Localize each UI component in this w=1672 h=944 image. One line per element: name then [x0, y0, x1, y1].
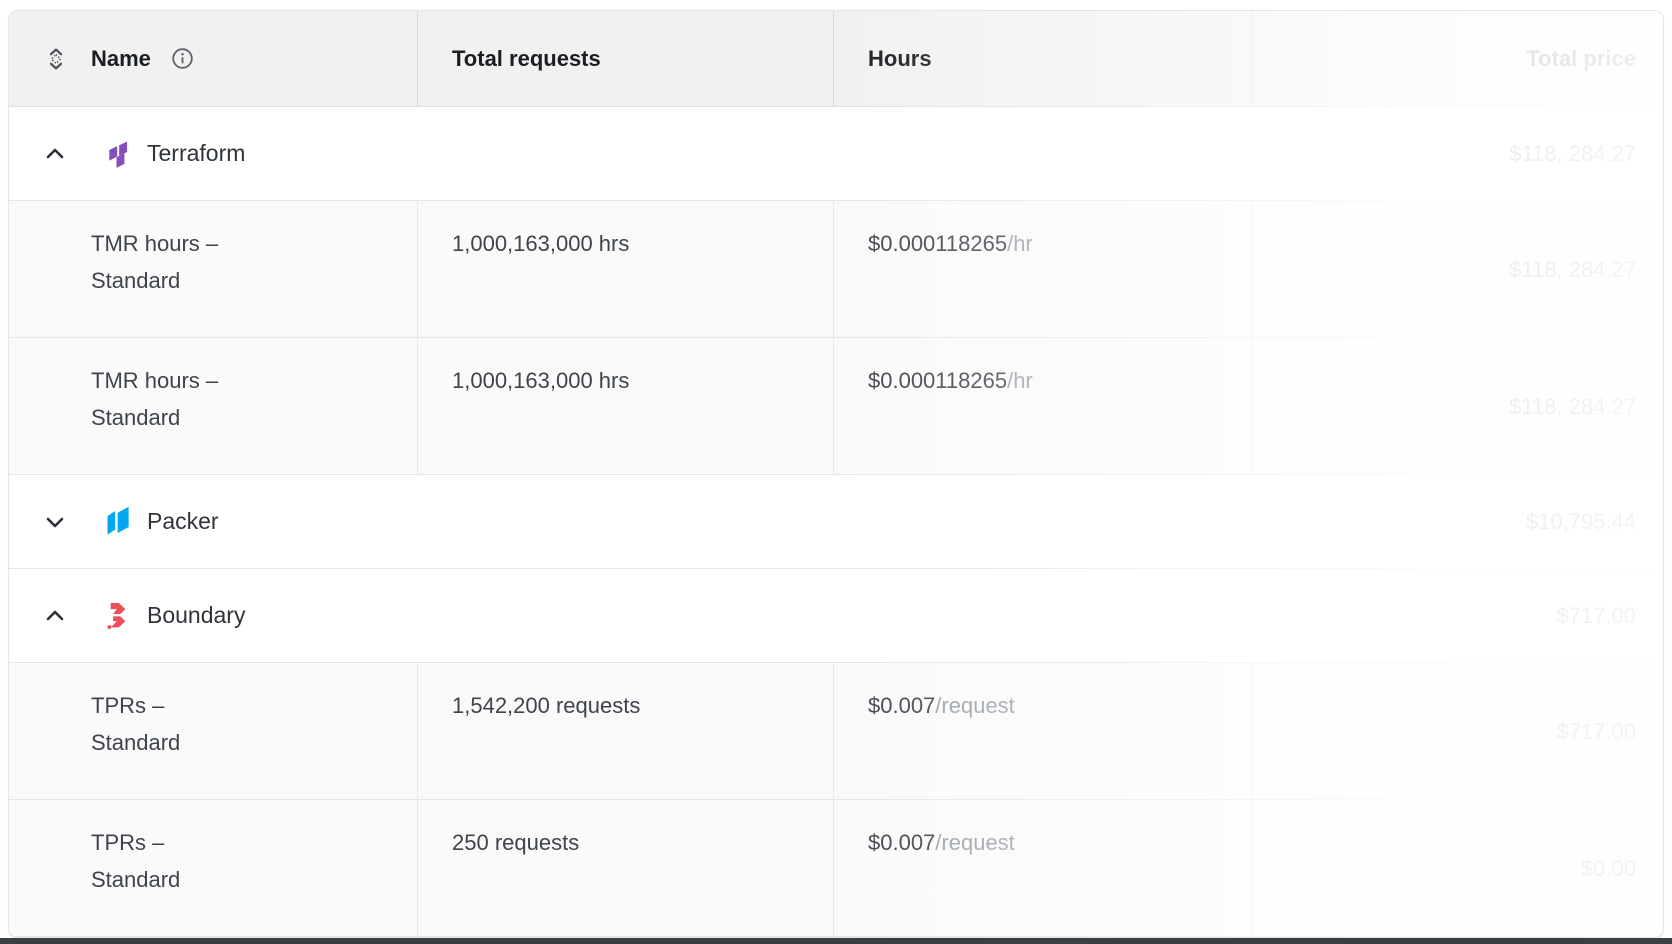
- item-quantity-cell: 1,000,163,000 hrs: [417, 201, 833, 337]
- group-label: Packer: [147, 508, 219, 535]
- collapse-group-button[interactable]: [43, 142, 67, 166]
- item-total-price-cell: $118, 284.27: [1251, 201, 1663, 337]
- group-total-price: $717.00: [1556, 603, 1636, 629]
- item-rate-unit: /request: [935, 693, 1015, 718]
- item-rate-cell: $0.007/request: [833, 800, 1251, 936]
- reorder-expand-icon: [44, 47, 68, 71]
- item-quantity: 1,542,200 requests: [452, 693, 640, 718]
- usage-table: Name Total requests Hours Total price: [8, 10, 1664, 938]
- item-rate-unit: /hr: [1007, 368, 1033, 393]
- item-rate-cell: $0.000118265/hr: [833, 338, 1251, 474]
- item-quantity: 250 requests: [452, 830, 579, 855]
- item-total-price: $0.00: [1581, 850, 1636, 887]
- group-label: Boundary: [147, 602, 245, 629]
- column-header-hours: Hours: [868, 46, 932, 72]
- info-icon[interactable]: [171, 47, 194, 70]
- item-name: TPRs – Standard: [91, 824, 249, 898]
- item-rate: $0.007: [868, 693, 935, 718]
- expand-collapse-all-button[interactable]: [43, 46, 69, 72]
- group-total-price: $10,795.44: [1526, 509, 1636, 535]
- bottom-edge: [0, 938, 1672, 944]
- column-header-total-requests-cell: Total requests: [417, 11, 833, 106]
- detail-row: TPRs – Standard 1,542,200 requests $0.00…: [9, 663, 1663, 800]
- item-rate-unit: /request: [935, 830, 1015, 855]
- chevron-down-icon: [43, 510, 67, 534]
- item-total-price-cell: $0.00: [1251, 800, 1663, 936]
- expand-group-button[interactable]: [43, 510, 67, 534]
- item-rate-cell: $0.000118265/hr: [833, 201, 1251, 337]
- item-total-price-cell: $717.00: [1251, 663, 1663, 799]
- group-total-price: $118, 284.27: [1509, 141, 1636, 167]
- item-quantity: 1,000,163,000 hrs: [452, 231, 629, 256]
- column-header-name: Name: [91, 46, 151, 72]
- item-quantity-cell: 1,000,163,000 hrs: [417, 338, 833, 474]
- item-rate: $0.007: [868, 830, 935, 855]
- detail-row: TMR hours – Standard 1,000,163,000 hrs $…: [9, 201, 1663, 338]
- item-name-cell: TPRs – Standard: [9, 800, 417, 936]
- item-rate: $0.000118265: [868, 231, 1007, 256]
- item-quantity-cell: 1,542,200 requests: [417, 663, 833, 799]
- column-header-hours-cell: Hours: [833, 11, 1251, 106]
- column-header-total-price: Total price: [1526, 46, 1636, 72]
- terraform-logo-icon: [103, 138, 133, 170]
- chevron-up-icon: [43, 142, 67, 166]
- collapse-group-button[interactable]: [43, 604, 67, 628]
- item-total-price: $118, 284.27: [1509, 388, 1636, 425]
- boundary-logo-icon: [103, 600, 133, 632]
- column-header-name-cell: Name: [9, 11, 417, 106]
- item-rate-cell: $0.007/request: [833, 663, 1251, 799]
- item-name: TMR hours – Standard: [91, 362, 249, 436]
- item-total-price: $717.00: [1556, 713, 1636, 750]
- group-label: Terraform: [147, 140, 245, 167]
- item-name-cell: TMR hours – Standard: [9, 201, 417, 337]
- group-row-terraform: Terraform $118, 284.27: [9, 107, 1663, 201]
- item-rate-unit: /hr: [1007, 231, 1033, 256]
- detail-row: TPRs – Standard 250 requests $0.007/requ…: [9, 800, 1663, 937]
- item-name-cell: TMR hours – Standard: [9, 338, 417, 474]
- item-name-cell: TPRs – Standard: [9, 663, 417, 799]
- group-row-boundary: Boundary $717.00: [9, 569, 1663, 663]
- packer-logo-icon: [103, 506, 133, 538]
- item-total-price: $118, 284.27: [1509, 251, 1636, 288]
- chevron-up-icon: [43, 604, 67, 628]
- column-header-total-requests: Total requests: [452, 46, 601, 72]
- item-total-price-cell: $118, 284.27: [1251, 338, 1663, 474]
- item-rate: $0.000118265: [868, 368, 1007, 393]
- item-quantity: 1,000,163,000 hrs: [452, 368, 629, 393]
- table-header: Name Total requests Hours Total price: [9, 11, 1663, 107]
- usage-billing-page: Name Total requests Hours Total price: [0, 0, 1672, 944]
- column-header-total-price-cell: Total price: [1251, 11, 1663, 106]
- group-row-packer: Packer $10,795.44: [9, 475, 1663, 569]
- item-quantity-cell: 250 requests: [417, 800, 833, 936]
- item-name: TMR hours – Standard: [91, 225, 249, 299]
- item-name: TPRs – Standard: [91, 687, 249, 761]
- detail-row: TMR hours – Standard 1,000,163,000 hrs $…: [9, 338, 1663, 475]
